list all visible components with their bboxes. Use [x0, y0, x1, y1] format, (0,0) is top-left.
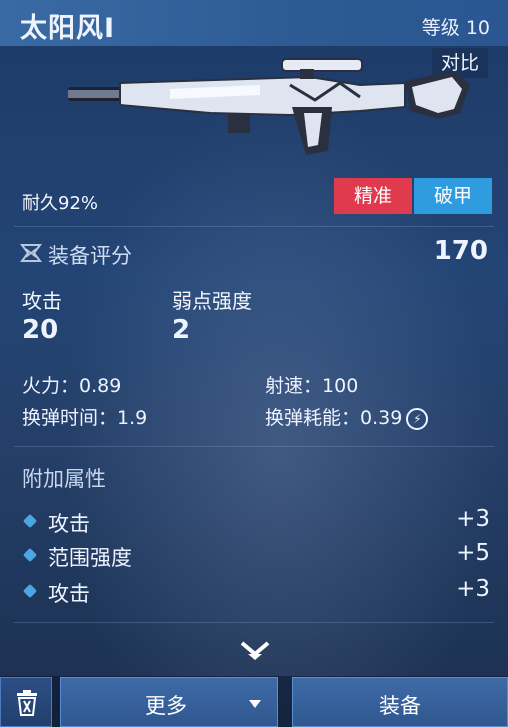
dismantle-button[interactable] [0, 677, 52, 727]
divider [14, 446, 494, 447]
reload-time-stat: 换弹时间：1.9 [22, 403, 147, 430]
score-value: 170 [433, 236, 488, 266]
reload-time-label: 换弹时间： [22, 407, 118, 429]
firepower-value: 0.89 [79, 375, 122, 397]
weakpoint-value: 2 [172, 315, 191, 345]
more-button-label: 更多 [145, 694, 187, 718]
precision-tag: 精准 [334, 178, 412, 214]
attribute-name: 攻击 [48, 512, 90, 536]
score-emblem-icon [20, 244, 42, 262]
divider [14, 226, 494, 227]
firepower-stat: 火力：0.89 [22, 371, 121, 398]
weapon-image [68, 58, 470, 155]
reload-energy-label: 换弹耗能： [265, 407, 361, 429]
fire-rate-label: 射速： [265, 375, 323, 397]
weapon-level: 等级 10 [421, 17, 490, 39]
attribute-value: +3 [456, 506, 490, 532]
attack-label: 攻击 [22, 289, 62, 313]
more-button[interactable]: 更多 [60, 677, 278, 727]
weakpoint-label: 弱点强度 [172, 289, 252, 313]
firepower-label: 火力： [22, 375, 80, 397]
trash-icon [17, 690, 37, 716]
attribute-name: 攻击 [48, 582, 90, 606]
fire-rate-value: 100 [322, 375, 359, 397]
chevron-down-icon[interactable] [239, 638, 271, 662]
attribute-name: 范围强度 [48, 546, 132, 570]
divider [14, 622, 494, 623]
equip-button[interactable]: 装备 [292, 677, 508, 727]
bullet-icon [22, 547, 38, 563]
list-item: 攻击 +3 [22, 506, 490, 540]
attribute-value: +3 [456, 576, 490, 602]
bullet-icon [22, 583, 38, 599]
lightning-icon: ⚡ [406, 407, 429, 430]
score-label: 装备评分 [48, 244, 132, 268]
bullet-icon [22, 513, 38, 529]
list-item: 攻击 +3 [22, 576, 490, 610]
equip-button-label: 装备 [379, 694, 421, 718]
attack-value: 20 [22, 315, 59, 345]
extra-attributes-title: 附加属性 [22, 467, 106, 491]
durability-text: 耐久92% [22, 193, 99, 214]
dropdown-arrow-icon [249, 700, 261, 708]
fire-rate-stat: 射速：100 [265, 371, 358, 398]
armor-break-tag: 破甲 [414, 178, 492, 214]
reload-time-value: 1.9 [117, 407, 148, 429]
reload-energy-stat: 换弹耗能：0.39 ⚡ [265, 403, 429, 430]
reload-energy-value: 0.39 [360, 407, 403, 429]
attribute-value: +5 [456, 540, 490, 566]
list-item: 范围强度 +5 [22, 540, 490, 574]
weapon-title: 太阳风I [20, 13, 116, 44]
